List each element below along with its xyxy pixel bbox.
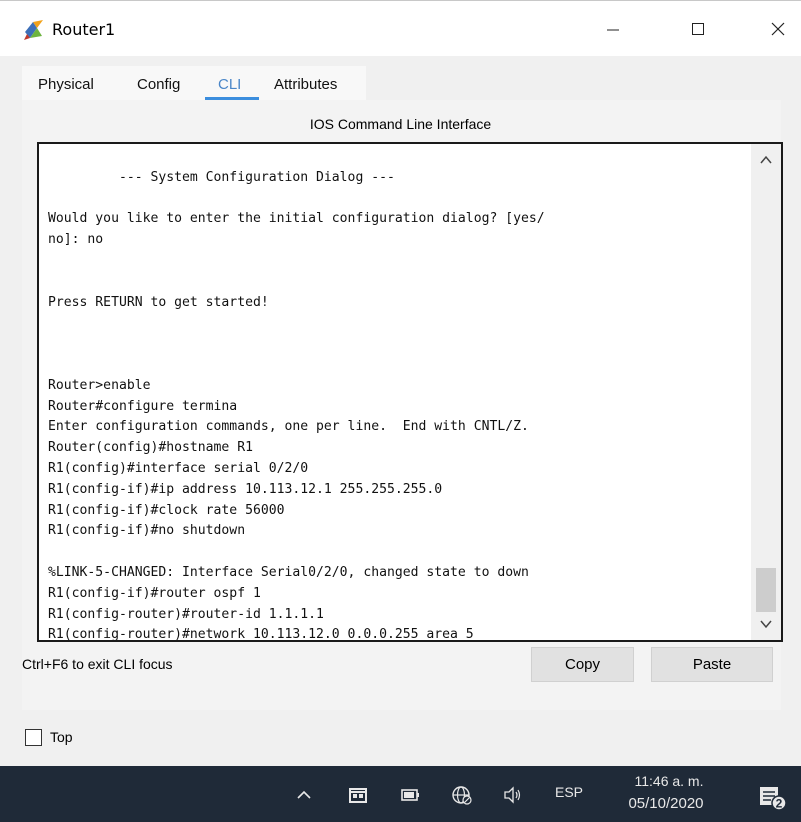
terminal-line: Press RETURN to get started! (48, 294, 269, 310)
scroll-thumb[interactable] (756, 568, 776, 612)
terminal-line: Router#configure termina (48, 398, 238, 414)
terminal-line: Router>enable (48, 377, 151, 393)
tab-attributes[interactable]: Attributes (274, 76, 337, 93)
maximize-icon (692, 23, 704, 35)
minimize-icon (607, 29, 619, 31)
panel-title: IOS Command Line Interface (309, 116, 492, 132)
copy-button[interactable]: Copy (531, 647, 634, 682)
paste-button[interactable]: Paste (651, 647, 773, 682)
maximize-button[interactable] (668, 1, 728, 57)
terminal-line: Router(config)#hostname R1 (48, 440, 253, 456)
top-checkbox-label: Top (50, 729, 73, 745)
tab-physical[interactable]: Physical (38, 76, 94, 93)
clock-date[interactable]: 05/10/2020 (606, 795, 726, 812)
terminal-line: --- System Configuration Dialog --- (48, 169, 395, 185)
terminal-line: R1(config)#interface serial 0/2/0 (48, 460, 309, 476)
scroll-down-icon[interactable] (752, 616, 780, 632)
router-app-icon (24, 20, 43, 40)
terminal-line: Enter configuration commands, one per li… (48, 419, 529, 435)
cli-terminal[interactable]: --- System Configuration Dialog --- Would… (37, 142, 783, 642)
tab-cli[interactable]: CLI (218, 76, 241, 93)
taskbar: ESP 11:46 a. m. 05/10/2020 2 (0, 766, 801, 822)
battery-icon[interactable] (399, 784, 423, 806)
close-icon (771, 22, 785, 36)
notification-count: 2 (776, 797, 783, 811)
terminal-line: R1(config-if)#ip address 10.113.12.1 255… (48, 481, 443, 497)
terminal-scrollbar[interactable] (751, 144, 781, 640)
language-indicator[interactable]: ESP (555, 784, 583, 800)
scroll-up-icon[interactable] (752, 152, 780, 168)
terminal-line: R1(config-if)#router ospf 1 (48, 585, 261, 601)
cli-focus-hint: Ctrl+F6 to exit CLI focus (22, 656, 173, 672)
network-globe-icon[interactable] (450, 784, 474, 806)
notification-icon[interactable]: 2 (757, 784, 789, 812)
terminal-line: no]: no (48, 232, 104, 248)
terminal-output: --- System Configuration Dialog --- Would… (48, 147, 760, 642)
window-content: Physical Config CLI Attributes IOS Comma… (0, 56, 801, 766)
terminal-line: Would you like to enter the initial conf… (48, 211, 545, 227)
terminal-line: R1(config-router)#router-id 1.1.1.1 (48, 606, 324, 622)
terminal-line: R1(config-if)#clock rate 56000 (48, 502, 285, 518)
terminal-line: %LINK-5-CHANGED: Interface Serial0/2/0, … (48, 564, 529, 580)
tab-config[interactable]: Config (137, 76, 180, 93)
window-titlebar: Router1 (0, 0, 801, 56)
terminal-line: R1(config-if)#no shutdown (48, 523, 246, 539)
volume-icon[interactable] (501, 784, 525, 806)
taskbar-app-icon[interactable] (346, 784, 370, 806)
terminal-line: R1(config-router)#network 10.113.12.0 0.… (48, 627, 474, 642)
chevron-up-icon[interactable] (292, 784, 316, 806)
clock-time[interactable]: 11:46 a. m. (614, 773, 724, 789)
window-title: Router1 (52, 20, 116, 39)
close-button[interactable] (748, 1, 801, 57)
minimize-button[interactable] (583, 1, 643, 57)
top-checkbox[interactable] (25, 729, 42, 746)
